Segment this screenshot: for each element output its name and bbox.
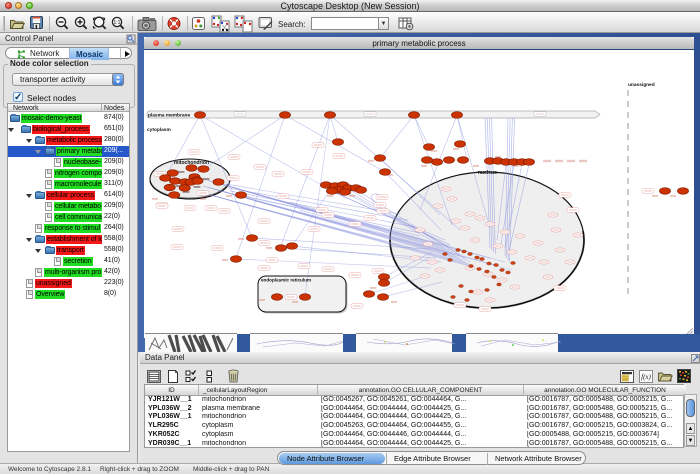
svg-text:cytoplasm: cytoplasm xyxy=(147,127,171,133)
svg-text:plasma membrane: plasma membrane xyxy=(148,113,190,119)
svg-text:endoplasmic reticulum: endoplasmic reticulum xyxy=(261,278,311,283)
svg-text:f(x): f(x) xyxy=(641,373,651,381)
svg-text:nucleus: nucleus xyxy=(478,170,497,176)
svg-text:1:1: 1:1 xyxy=(114,20,121,26)
svg-text:unassigned: unassigned xyxy=(628,82,655,88)
